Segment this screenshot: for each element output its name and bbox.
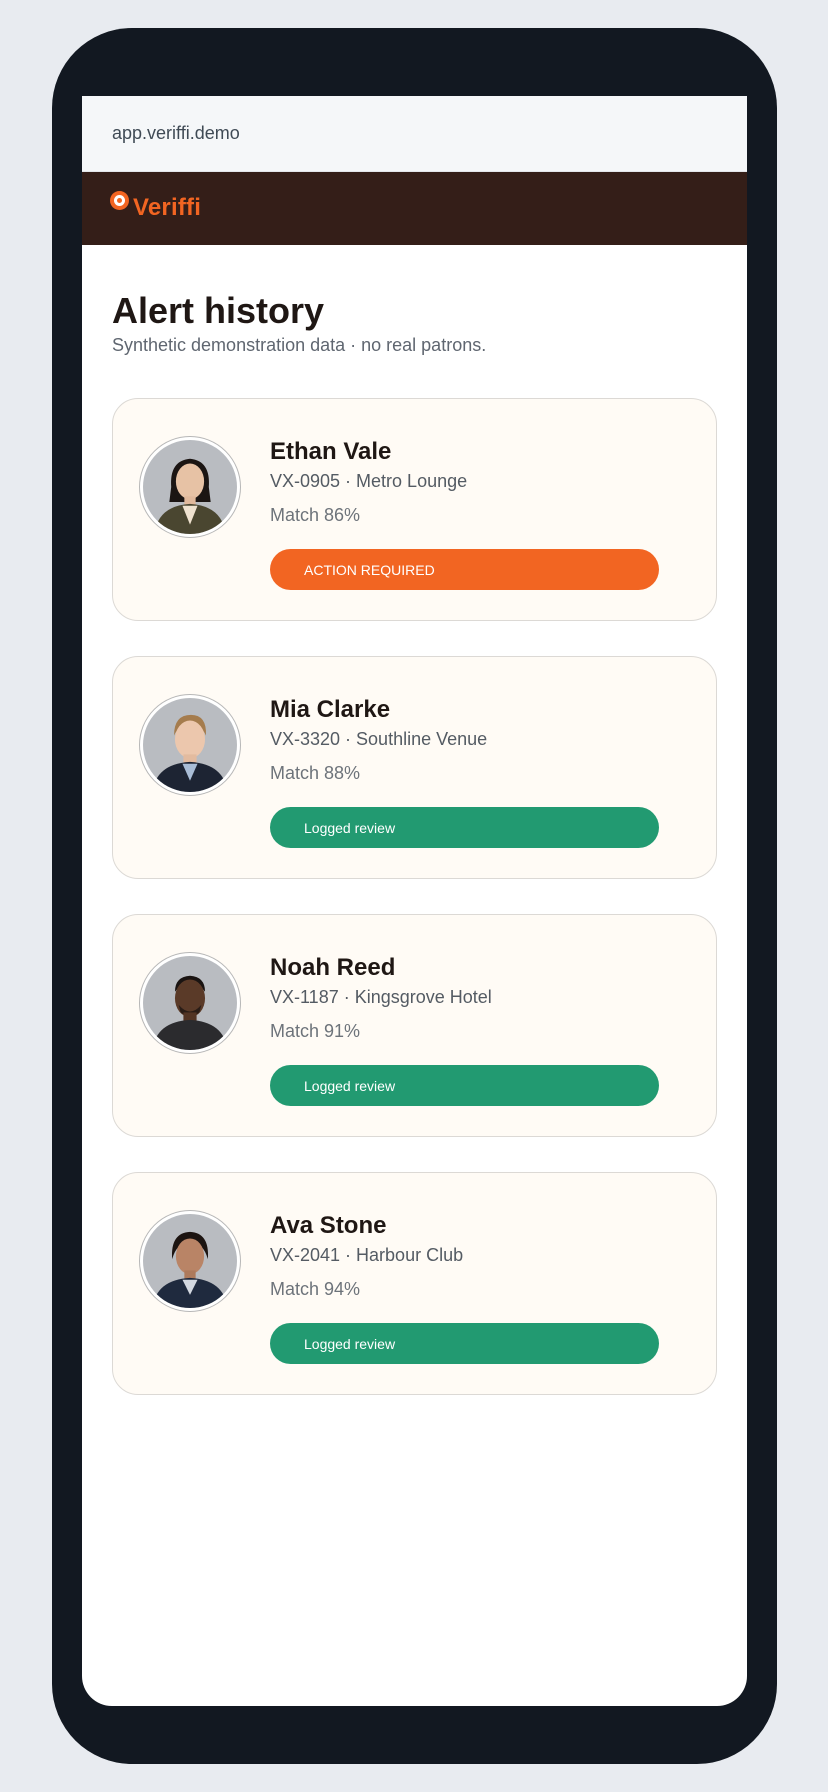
avatar xyxy=(139,952,241,1054)
status-label: Logged review xyxy=(304,819,396,836)
match-score: Match 94% xyxy=(270,1279,361,1299)
patron-name: Noah Reed xyxy=(270,954,396,981)
main-content: Alert history Synthetic demonstration da… xyxy=(82,245,747,1395)
alert-card[interactable]: Mia Clarke VX-3320 · Southline Venue Mat… xyxy=(112,656,717,879)
patron-name: Ava Stone xyxy=(270,1212,387,1239)
avatar xyxy=(139,436,241,538)
patron-name: Ethan Vale xyxy=(270,438,392,465)
match-score: Match 91% xyxy=(270,1021,361,1041)
browser-address-bar[interactable]: app.veriffi.demo xyxy=(82,96,747,172)
avatar-photo xyxy=(143,956,237,1050)
alert-info: Ava Stone VX-2041 · Harbour Club Match 9… xyxy=(270,1211,463,1301)
patron-id-venue: VX-3320 · Southline Venue xyxy=(270,729,488,749)
match-score: Match 88% xyxy=(270,763,361,783)
alert-card[interactable]: Noah Reed VX-1187 · Kingsgrove Hotel Mat… xyxy=(112,914,717,1137)
alert-card[interactable]: Ethan Vale VX-0905 · Metro Lounge Match … xyxy=(112,398,717,621)
page-title: Alert history xyxy=(112,290,325,331)
status-badge-action-required[interactable]: ACTION REQUIRED xyxy=(270,549,659,590)
alert-info: Noah Reed VX-1187 · Kingsgrove Hotel Mat… xyxy=(270,953,492,1043)
avatar-photo xyxy=(143,698,237,792)
avatar xyxy=(139,1210,241,1312)
match-score: Match 86% xyxy=(270,505,361,525)
brand-logo-icon xyxy=(110,191,129,210)
page-subtitle: Synthetic demonstration data · no real p… xyxy=(112,335,487,355)
app-header: Veriffi xyxy=(82,172,747,245)
alert-info: Ethan Vale VX-0905 · Metro Lounge Match … xyxy=(270,437,467,527)
avatar-photo xyxy=(143,440,237,534)
alert-info: Mia Clarke VX-3320 · Southline Venue Mat… xyxy=(270,695,487,785)
patron-name: Mia Clarke xyxy=(270,696,391,723)
status-label: Logged review xyxy=(304,1077,396,1094)
brand-name[interactable]: Veriffi xyxy=(133,194,201,222)
patron-id-venue: VX-1187 · Kingsgrove Hotel xyxy=(270,987,492,1007)
patron-id-venue: VX-2041 · Harbour Club xyxy=(270,1245,464,1265)
phone-frame: app.veriffi.demo Veriffi Alert history S… xyxy=(52,28,777,1764)
status-badge-logged-review[interactable]: Logged review xyxy=(270,807,659,848)
avatar xyxy=(139,694,241,796)
alert-list: Ethan Vale VX-0905 · Metro Lounge Match … xyxy=(112,398,717,1395)
status-badge-logged-review[interactable]: Logged review xyxy=(270,1323,659,1364)
url-text: app.veriffi.demo xyxy=(112,123,240,143)
status-badge-logged-review[interactable]: Logged review xyxy=(270,1065,659,1106)
alert-card[interactable]: Ava Stone VX-2041 · Harbour Club Match 9… xyxy=(112,1172,717,1395)
phone-screen: app.veriffi.demo Veriffi Alert history S… xyxy=(82,96,747,1706)
status-label: ACTION REQUIRED xyxy=(304,561,435,578)
patron-id-venue: VX-0905 · Metro Lounge xyxy=(270,471,468,491)
avatar-photo xyxy=(143,1214,237,1308)
status-label: Logged review xyxy=(304,1335,396,1352)
